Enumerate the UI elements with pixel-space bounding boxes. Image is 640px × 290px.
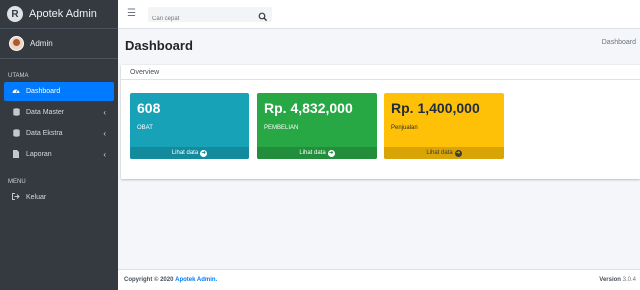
view-data-link[interactable]: Lihat data ➜ <box>257 147 377 159</box>
version-info: Version 3.0.4 <box>599 277 636 283</box>
sidebar-item-laporan[interactable]: Laporan ‹ <box>4 145 114 164</box>
brand-footer-link[interactable]: Apotek Admin. <box>175 277 217 283</box>
sidebar-item-data-master[interactable]: Data Master ‹ <box>4 103 114 122</box>
copyright-text: Copyright © 2020 Apotek Admin. <box>124 277 217 283</box>
chevron-left-icon: ‹ <box>103 108 106 117</box>
copyright-label: Copyright © 2020 <box>124 277 174 283</box>
view-data-label: Lihat data <box>171 150 199 156</box>
view-data-label: Lihat data <box>426 150 453 156</box>
chevron-left-icon: ‹ <box>103 150 106 159</box>
search-input[interactable] <box>148 11 248 27</box>
stat-box-pembelian: Rp. 4,832,000 PEMBELIAN Lihat data ➜ <box>257 93 377 159</box>
top-navbar: ☰ <box>118 0 640 29</box>
view-data-label: Lihat data <box>299 150 326 156</box>
sidebar-item-label: Data Ekstra <box>26 130 63 137</box>
user-panel[interactable]: Admin <box>0 29 118 59</box>
brand-name: Apotek Admin <box>29 8 97 20</box>
breadcrumb[interactable]: Dashboard <box>602 39 636 46</box>
arrow-circle-right-icon: ➜ <box>200 149 208 157</box>
content-header: Dashboard Dashboard <box>118 29 640 64</box>
stat-box-obat: 608 OBAT Lihat data ➜ <box>130 93 249 159</box>
version-label: Version <box>599 277 621 283</box>
avatar <box>9 36 24 51</box>
stat-label: OBAT <box>137 125 153 131</box>
arrow-circle-right-icon: ➜ <box>454 149 462 157</box>
database-icon <box>12 128 20 139</box>
page-title: Dashboard <box>125 38 193 53</box>
sidebar: R Apotek Admin Admin UTAMA Dashboard Dat… <box>0 0 118 290</box>
hamburger-menu-icon[interactable]: ☰ <box>127 8 136 19</box>
brand-logo: R <box>7 6 23 22</box>
view-data-link[interactable]: Lihat data ➜ <box>384 147 504 159</box>
sidebar-item-label: Data Master <box>26 109 65 116</box>
file-icon <box>12 149 20 160</box>
main-footer: Copyright © 2020 Apotek Admin. Version 3… <box>118 269 640 290</box>
stat-label: PEMBELIAN <box>264 125 299 131</box>
stat-box-penjualan: Rp. 1,400,000 Penjualan Lihat data ➜ <box>384 93 504 159</box>
stat-value: 608 <box>137 100 161 116</box>
sidebar-item-label: Dashboard <box>26 88 61 95</box>
card-title: Overview <box>121 65 640 80</box>
database-icon <box>12 107 20 118</box>
user-name: Admin <box>30 39 53 48</box>
sidebar-item-label: Keluar <box>26 194 47 201</box>
chevron-left-icon: ‹ <box>103 129 106 138</box>
search-form <box>148 7 272 27</box>
sidebar-item-data-ekstra[interactable]: Data Ekstra ‹ <box>4 124 114 143</box>
stat-label: Penjualan <box>391 125 418 131</box>
sign-out-icon <box>12 193 20 202</box>
sidebar-item-label: Laporan <box>26 151 52 158</box>
nav-header-utama: UTAMA <box>8 73 29 79</box>
sidebar-item-keluar[interactable]: Keluar <box>4 188 114 207</box>
brand-link[interactable]: R Apotek Admin <box>0 0 118 29</box>
version-number: 3.0.4 <box>622 277 636 283</box>
dashboard-icon <box>12 87 20 96</box>
sidebar-item-dashboard[interactable]: Dashboard <box>4 82 114 101</box>
arrow-circle-right-icon: ➜ <box>327 149 335 157</box>
stat-value: Rp. 1,400,000 <box>391 100 480 116</box>
view-data-link[interactable]: Lihat data ➜ <box>130 147 249 159</box>
search-icon[interactable] <box>258 9 268 22</box>
nav-header-menu: MENU <box>8 179 26 185</box>
stat-value: Rp. 4,832,000 <box>264 100 353 116</box>
